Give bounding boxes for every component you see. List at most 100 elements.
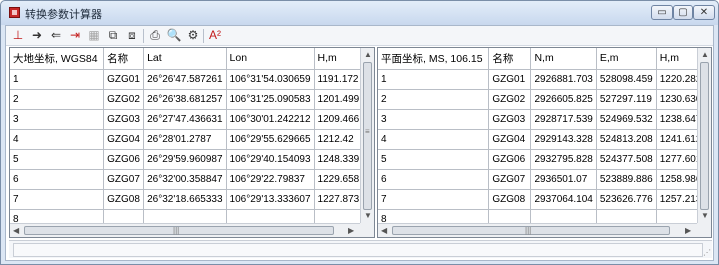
row-number-cell[interactable]: 2 (10, 89, 105, 110)
table-cell[interactable]: GZG08 (103, 189, 145, 210)
table-cell[interactable]: GZG01 (103, 69, 145, 90)
scroll-thumb[interactable]: ||| (24, 226, 334, 235)
table-row[interactable]: 2 GZG02 2926605.825 527297.119 1230.6305 (378, 89, 711, 110)
scroll-left-icon[interactable]: ◀ (381, 226, 387, 235)
column-header[interactable]: N,m (530, 48, 597, 70)
minimize-button[interactable]: ▭ (651, 5, 673, 20)
table-cell[interactable]: GZG06 (488, 149, 532, 170)
formula-icon[interactable]: A² (206, 27, 224, 44)
table-row[interactable]: 7 GZG08 26°32'18.665333 106°29'13.333607 122… (10, 189, 374, 210)
table-cell[interactable]: 26°27'47.436631 (143, 109, 227, 130)
scroll-up-icon[interactable]: ▲ (701, 50, 709, 59)
table-cell[interactable]: 2926605.825 (530, 89, 597, 110)
settings-icon[interactable]: ⚙ (184, 27, 202, 44)
table-row[interactable]: 4 GZG04 2929143.328 524813.208 1241.612 (378, 129, 711, 150)
table-row[interactable]: 1 GZG01 26°26'47.587261 106°31'54.030659 119… (10, 69, 374, 90)
scroll-down-icon[interactable]: ▼ (701, 211, 709, 220)
table-cell[interactable]: 106°30'01.242212 (226, 109, 315, 130)
table-row[interactable]: 5 GZG06 2932795.828 524377.508 1277.6013 (378, 149, 711, 170)
size-grip-icon[interactable]: ⋰ (703, 248, 711, 257)
row-number-cell[interactable]: 1 (378, 69, 490, 90)
row-number-cell[interactable]: 4 (378, 129, 490, 150)
table-cell[interactable]: GZG07 (103, 169, 145, 190)
scroll-down-icon[interactable]: ▼ (364, 211, 372, 220)
table-cell[interactable]: 2932795.828 (530, 149, 597, 170)
table-cell[interactable]: GZG02 (488, 89, 532, 110)
arrow-left-icon[interactable]: ⇐ (47, 27, 65, 44)
table-cell[interactable]: GZG04 (488, 129, 532, 150)
table-cell[interactable]: 523889.886 (596, 169, 657, 190)
print-preview-icon[interactable]: 🔍 (165, 27, 183, 44)
row-number-cell[interactable]: 1 (10, 69, 105, 90)
table-cell[interactable]: GZG02 (103, 89, 145, 110)
table-cell[interactable]: 2928717.539 (530, 109, 597, 130)
column-header[interactable]: Lat (143, 48, 227, 70)
row-number-cell[interactable]: 3 (378, 109, 490, 130)
row-number-cell[interactable]: 5 (10, 149, 105, 170)
row-number-cell[interactable]: 7 (378, 189, 490, 210)
horizontal-scrollbar[interactable]: ◀ ||| ▶ (378, 223, 697, 237)
table-cell[interactable]: GZG08 (488, 189, 532, 210)
table-row[interactable]: 3 GZG03 26°27'47.436631 106°30'01.242212 120… (10, 109, 374, 130)
table-row[interactable]: 5 GZG06 26°29'59.960987 106°29'40.154093 124… (10, 149, 374, 170)
table-cell[interactable]: 527297.119 (596, 89, 657, 110)
table-cell[interactable]: 26°26'38.681257 (143, 89, 227, 110)
table-cell[interactable]: 2937064.104 (530, 189, 597, 210)
column-header[interactable]: 平面坐标, MS, 106.15 (378, 48, 490, 70)
table-cell[interactable]: GZG07 (488, 169, 532, 190)
table-cell[interactable]: 524813.208 (596, 129, 657, 150)
print-icon[interactable]: ⎙ (146, 27, 164, 44)
row-number-cell[interactable]: 6 (10, 169, 105, 190)
row-number-cell[interactable]: 5 (378, 149, 490, 170)
table-cell[interactable]: 106°29'55.629665 (226, 129, 315, 150)
title-bar[interactable]: 转换参数计算器 ▭ ▢ ✕ (1, 1, 718, 25)
vertical-scrollbar[interactable]: ▲ ≡ ▼ (360, 48, 374, 223)
table-cell[interactable]: 26°32'18.665333 (143, 189, 227, 210)
table-cell[interactable]: 106°31'54.030659 (226, 69, 315, 90)
row-number-cell[interactable]: 3 (10, 109, 105, 130)
table-cell[interactable]: 26°29'59.960987 (143, 149, 227, 170)
table-cell[interactable]: 26°32'00.358847 (143, 169, 227, 190)
scroll-thumb[interactable]: ||| (392, 226, 670, 235)
table-cell[interactable]: 2929143.328 (530, 129, 597, 150)
table-cell[interactable]: 523626.776 (596, 189, 657, 210)
row-number-cell[interactable]: 6 (378, 169, 490, 190)
table-cell[interactable]: 2926881.703 (530, 69, 597, 90)
column-header[interactable]: 名称 (103, 48, 145, 70)
row-number-cell[interactable]: 4 (10, 129, 105, 150)
import-icon[interactable]: ⇥ (66, 27, 84, 44)
row-number-cell[interactable]: 7 (10, 189, 105, 210)
table-cell[interactable]: GZG03 (103, 109, 145, 130)
horizontal-scrollbar[interactable]: ◀ ||| ▶ (10, 223, 360, 237)
scroll-thumb[interactable]: ≡ (363, 62, 372, 210)
table-row[interactable]: 3 GZG03 2928717.539 524969.532 1238.6473 (378, 109, 711, 130)
table-row[interactable]: 7 GZG08 2937064.104 523626.776 1257.213 (378, 189, 711, 210)
arrow-right-icon[interactable]: ➜ (28, 27, 46, 44)
row-number-cell[interactable]: 2 (378, 89, 490, 110)
copy-layer-icon[interactable]: ⧉ (104, 27, 122, 44)
paste-layer-icon[interactable]: ⧈ (123, 27, 141, 44)
table-cell[interactable]: 26°28'01.2787 (143, 129, 227, 150)
column-header[interactable]: 名称 (488, 48, 532, 70)
scroll-right-icon[interactable]: ▶ (685, 226, 691, 235)
table-row[interactable]: 6 GZG07 2936501.07 523889.886 1258.986 (378, 169, 711, 190)
table-cell[interactable]: 524377.508 (596, 149, 657, 170)
table-cell[interactable]: GZG03 (488, 109, 532, 130)
close-button[interactable]: ✕ (693, 5, 715, 20)
maximize-button[interactable]: ▢ (673, 5, 693, 20)
table-cell[interactable]: 528098.459 (596, 69, 657, 90)
table-cell[interactable]: 26°26'47.587261 (143, 69, 227, 90)
table-row[interactable]: 4 GZG04 26°28'01.2787 106°29'55.629665 1212.… (10, 129, 374, 150)
table-cell[interactable]: GZG01 (488, 69, 532, 90)
table-cell[interactable]: 106°31'25.090583 (226, 89, 315, 110)
column-header[interactable]: 大地坐标, WGS84 (10, 48, 105, 70)
scroll-thumb[interactable] (700, 62, 709, 210)
scroll-right-icon[interactable]: ▶ (348, 226, 354, 235)
table-row[interactable]: 6 GZG07 26°32'00.358847 106°29'22.79837 1229… (10, 169, 374, 190)
scroll-left-icon[interactable]: ◀ (13, 226, 19, 235)
scroll-up-icon[interactable]: ▲ (364, 50, 372, 59)
table-cell[interactable]: GZG06 (103, 149, 145, 170)
table-row[interactable]: 2 GZG02 26°26'38.681257 106°31'25.090583 120… (10, 89, 374, 110)
table-cell[interactable]: 2936501.07 (530, 169, 597, 190)
column-header[interactable]: Lon (226, 48, 315, 70)
